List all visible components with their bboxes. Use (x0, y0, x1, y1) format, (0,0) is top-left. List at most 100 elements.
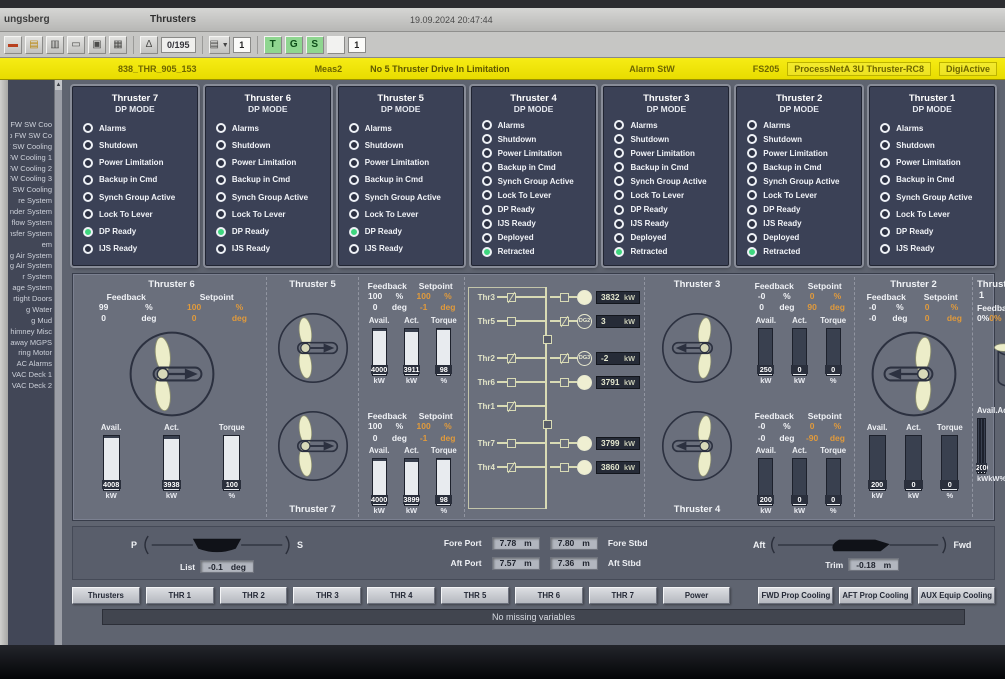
power-value: 3799 (601, 438, 619, 448)
blank-toolbar-button[interactable] (327, 36, 345, 54)
status-led-icon (614, 176, 624, 186)
nav-button-thr-7[interactable]: THR 7 (589, 587, 657, 604)
dp-status-row: Synch Group Active (216, 192, 327, 202)
dp-panel-mode-label: DP MODE (873, 104, 991, 114)
status-label: Shutdown (232, 141, 271, 150)
trim-value-box: -0.18 m (848, 558, 899, 571)
act-unit: kW (783, 506, 817, 515)
status-label: Alarms (896, 124, 923, 133)
sidebar-item[interactable]: ring Motor (10, 348, 52, 359)
sidebar-item[interactable]: g Air System (10, 251, 52, 262)
page-number-field-2[interactable]: 1 (348, 37, 366, 53)
toolbar-t-button[interactable]: T (264, 36, 282, 54)
status-led-icon (349, 209, 359, 219)
toolbar-separator (257, 36, 258, 54)
nav-button-thr-4[interactable]: THR 4 (367, 587, 435, 604)
sidebar-item[interactable]: FW SW Cooling (10, 142, 52, 153)
status-led-icon (349, 192, 359, 202)
nav-button-thr-2[interactable]: THR 2 (220, 587, 288, 604)
setpoint-percent-value: 0 (914, 302, 941, 313)
nav-button-thr-3[interactable]: THR 3 (293, 587, 361, 604)
status-label: DP Ready (99, 227, 136, 236)
page-number-field[interactable]: 1 (233, 37, 251, 53)
status-label: Lock To Lever (498, 191, 552, 200)
status-label: Lock To Lever (365, 210, 419, 219)
alarm-ack-icon[interactable]: ▤ (25, 36, 43, 54)
sidebar-scrollbar[interactable]: ▲ (54, 80, 62, 645)
power-value: 3832 (601, 292, 619, 302)
sidebar-item[interactable]: Equip FW SW Co (10, 131, 52, 142)
dp-status-row: IJS Ready (83, 244, 194, 254)
sidebar-item[interactable]: uip FW SW Coo (10, 120, 52, 131)
nav-button-thr-5[interactable]: THR 5 (441, 587, 509, 604)
feedback-degree-value: 0 (363, 433, 387, 444)
act-bar: 0 (905, 435, 922, 491)
trend-icon[interactable]: ▦ (109, 36, 127, 54)
sidebar-item[interactable]: em (10, 240, 52, 251)
bus-load-label: Thr1 (469, 402, 495, 411)
sidebar-item[interactable]: himney Misc (10, 327, 52, 338)
status-label: Lock To Lever (630, 191, 684, 200)
nav-button-fwd-prop-cooling[interactable]: FWD Prop Cooling (758, 587, 833, 604)
avail-bar: 200 (869, 435, 886, 491)
datetime: 19.09.2024 20:47:44 (410, 15, 1005, 25)
breaker-icon (507, 463, 516, 472)
power-value: 3791 (601, 377, 619, 387)
sidebar-item[interactable]: r System (10, 272, 52, 283)
nav-button-power[interactable]: Power (663, 587, 731, 604)
dp-status-row: Lock To Lever (349, 209, 460, 219)
dp-status-row: Power Limitation (880, 158, 991, 168)
sidebar-item[interactable]: VAC Deck 1 (10, 370, 52, 381)
toolbar-g-button[interactable]: G (285, 36, 303, 54)
sidebar-item[interactable]: g Water (10, 305, 52, 316)
sidebar-item[interactable]: W FW Cooling 2 (10, 164, 52, 175)
draft-unit: m (582, 558, 590, 568)
sidebar-item[interactable]: VAC Deck 2 (10, 381, 52, 392)
status-led-icon (614, 148, 624, 158)
sidebar-item[interactable]: age System (10, 283, 52, 294)
sidebar-item[interactable]: g Mud (10, 316, 52, 327)
degree-unit: deg (886, 313, 913, 324)
sidebar-item[interactable]: AC Alarms (10, 359, 52, 370)
sidebar-item[interactable]: flow System (10, 218, 52, 229)
status-label: Retracted (630, 247, 667, 256)
nav-button-aux-equip-cooling[interactable]: AUX Equip Cooling (918, 587, 995, 604)
sidebar-item[interactable]: rtight Doors (10, 294, 52, 305)
dp-status-row: Retracted (614, 247, 725, 257)
sidebar-item[interactable]: W FW Cooling 3 (10, 174, 52, 185)
alarm-silence-icon[interactable]: ▬ (4, 36, 22, 54)
alarm-state: Alarm StW (629, 64, 675, 74)
sidebar-item[interactable]: away MGPS (10, 338, 52, 349)
sidebar-item[interactable]: uip SW Cooling (10, 185, 52, 196)
alarm-bell-icon[interactable]: Δ (140, 36, 158, 54)
sidebar-item[interactable]: W FW Cooling 1 (10, 153, 52, 164)
screen-copy-icon[interactable]: ▭ (67, 36, 85, 54)
status-led-icon (614, 120, 624, 130)
status-label: Power Limitation (896, 158, 960, 167)
status-led-icon (482, 176, 492, 186)
sidebar-item[interactable]: g Air System (10, 261, 52, 272)
event-list-icon[interactable]: ▥ (46, 36, 64, 54)
toolbar-s-button[interactable]: S (306, 36, 324, 54)
status-led-icon (83, 175, 93, 185)
sidebar-item[interactable]: re System (10, 196, 52, 207)
feedback-label: Feedback (81, 292, 172, 302)
sidebar-item[interactable]: ansfer System (10, 229, 52, 240)
clipboard-icon[interactable]: ▣ (88, 36, 106, 54)
nav-button-thr-6[interactable]: THR 6 (515, 587, 583, 604)
status-led-icon (83, 192, 93, 202)
dp-status-row: Backup in Cmd (880, 175, 991, 185)
percent-unit: % (994, 313, 1002, 324)
degree-unit: deg (217, 313, 262, 324)
nav-button-thrusters[interactable]: Thrusters (72, 587, 140, 604)
sidebar-item[interactable]: nder System (10, 207, 52, 218)
nav-button-thr-1[interactable]: THR 1 (146, 587, 214, 604)
stbd-label: S (297, 540, 303, 550)
alarm-message-bar[interactable]: 838_THR_905_153 Meas2 No 5 Thruster Driv… (0, 58, 1005, 80)
page-list-button[interactable]: ▤ ▼ (209, 36, 230, 54)
dp-status-row: Synch Group Active (83, 192, 194, 202)
status-label: Shutdown (763, 135, 802, 144)
nav-button-aft-prop-cooling[interactable]: AFT Prop Cooling (839, 587, 911, 604)
dp-status-row: Synch Group Active (349, 192, 460, 202)
draft-unit: m (524, 558, 532, 568)
